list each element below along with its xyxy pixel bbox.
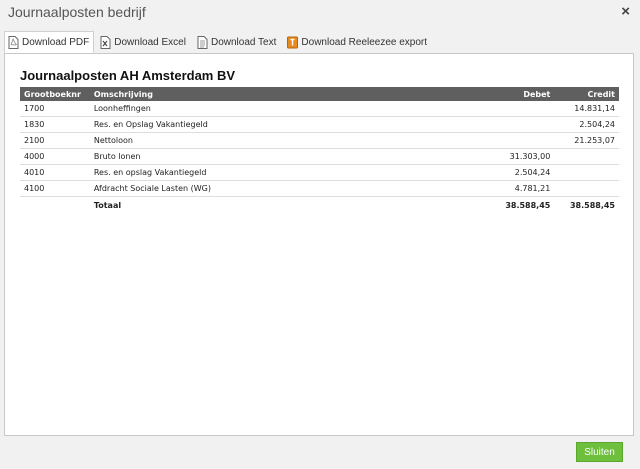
cell-description: Res. en opslag Vakantiegeld: [89, 164, 458, 181]
window-titlebar: Journaalposten bedrijf ×: [0, 0, 640, 26]
cell-credit: 2.504,24: [554, 116, 619, 133]
cell-account: 4100: [20, 180, 90, 197]
cell-credit: 14.831,14: [554, 101, 619, 117]
cell-debit: 4.781,21: [457, 180, 555, 197]
table-row: 2100 Nettoloon 21.253,07: [20, 132, 619, 149]
report-panel: Journaalposten AH Amsterdam BV Grootboek…: [4, 53, 634, 436]
total-debit: 38.588,45: [457, 196, 555, 213]
excel-file-icon: [100, 35, 111, 49]
cell-debit: [457, 132, 555, 149]
tab-download-pdf[interactable]: Download PDF: [4, 31, 95, 53]
cell-account-empty: [20, 196, 90, 213]
column-header-description: Omschrijving: [89, 87, 458, 101]
total-label: Totaal: [89, 196, 458, 213]
tab-download-excel-label: Download Excel: [114, 36, 186, 48]
cell-credit: 21.253,07: [554, 132, 619, 149]
tab-download-reeleezee-export-label: Download Reeleezee export: [301, 36, 428, 48]
table-row: 4010 Res. en opslag Vakantiegeld 2.504,2…: [20, 164, 619, 181]
column-header-credit: Credit: [554, 87, 619, 101]
column-header-debit: Debet: [457, 87, 555, 101]
reeleezee-icon: [287, 36, 299, 49]
cell-credit: [554, 148, 619, 165]
window-title: Journaalposten bedrijf: [8, 4, 146, 20]
cell-description: Res. en Opslag Vakantiegeld: [89, 116, 458, 133]
cell-credit: [554, 164, 619, 181]
cell-account: 4000: [20, 148, 90, 165]
tab-download-excel[interactable]: Download Excel: [96, 31, 191, 53]
cell-debit: [457, 101, 555, 117]
cell-account: 2100: [20, 132, 90, 149]
close-icon[interactable]: ×: [621, 3, 630, 21]
cell-debit: [457, 116, 555, 133]
download-toolbar: Download PDF Download Excel Download Tex…: [4, 31, 432, 53]
cell-debit: 2.504,24: [457, 164, 555, 181]
cell-account: 1700: [20, 101, 90, 117]
cell-account: 4010: [20, 164, 90, 181]
tab-download-text[interactable]: Download Text: [193, 31, 281, 53]
text-file-icon: [197, 35, 208, 49]
table-row: 4000 Bruto lonen 31.303,00: [20, 148, 619, 165]
tab-download-text-label: Download Text: [210, 36, 277, 48]
column-header-account: Grootboeknr: [20, 87, 90, 101]
tab-download-reeleezee-export[interactable]: Download Reeleezee export: [283, 31, 432, 53]
cell-debit: 31.303,00: [457, 148, 555, 165]
table-header-row: Grootboeknr Omschrijving Debet Credit: [20, 87, 619, 101]
pdf-file-icon: [8, 35, 19, 49]
cell-description: Loonheffingen: [89, 101, 458, 117]
total-credit: 38.588,45: [554, 196, 619, 213]
report-title: Journaalposten AH Amsterdam BV: [20, 68, 236, 83]
cell-credit: [554, 180, 619, 197]
cell-account: 1830: [20, 116, 90, 133]
table-row: 1700 Loonheffingen 14.831,14: [20, 101, 619, 117]
cell-description: Nettoloon: [89, 132, 458, 149]
cell-description: Afdracht Sociale Lasten (WG): [89, 180, 458, 197]
cell-description: Bruto lonen: [89, 148, 458, 165]
journal-table: Grootboeknr Omschrijving Debet Credit 17…: [20, 87, 619, 213]
close-button[interactable]: Sluiten: [576, 442, 623, 462]
tab-download-pdf-label: Download PDF: [22, 36, 90, 48]
table-row: 1830 Res. en Opslag Vakantiegeld 2.504,2…: [20, 116, 619, 133]
table-total-row: Totaal 38.588,45 38.588,45: [20, 196, 619, 213]
table-row: 4100 Afdracht Sociale Lasten (WG) 4.781,…: [20, 180, 619, 197]
